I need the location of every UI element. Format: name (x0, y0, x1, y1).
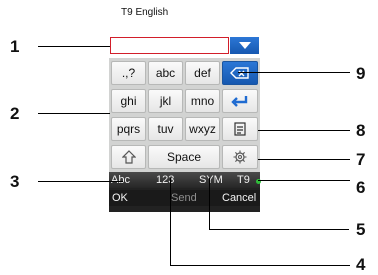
backspace-key[interactable] (222, 61, 258, 85)
backspace-icon (230, 67, 249, 79)
keyboard: .,? abc def ghi jkl mno pqrs tuv wxyz Sp… (109, 58, 260, 172)
shift-arrow-icon (121, 150, 136, 164)
callout-line-3 (38, 181, 123, 182)
callout-number-4: 4 (356, 255, 366, 274)
callout-line-5-horizontal (209, 229, 349, 230)
space-key[interactable]: Space (148, 145, 220, 169)
gear-icon (233, 150, 247, 164)
enter-icon (231, 96, 248, 107)
key-pqrs[interactable]: pqrs (111, 117, 146, 141)
callout-line-1 (38, 46, 110, 47)
key-abc[interactable]: abc (148, 61, 183, 85)
callout-line-5-vertical (209, 178, 210, 230)
mode-bar: Abc 123 SYM T9 (109, 172, 261, 188)
callout-number-1: 1 (10, 37, 20, 56)
callout-number-2: 2 (10, 104, 20, 123)
callout-number-6: 6 (356, 178, 366, 197)
bottom-bar: Abc 123 SYM T9 OK Send Cancel (109, 172, 261, 212)
callout-line-8 (258, 130, 350, 131)
key-wxyz[interactable]: wxyz (185, 117, 220, 141)
send-softkey[interactable]: Send (171, 192, 197, 204)
callout-line-4-horizontal (170, 265, 350, 266)
dropdown-button[interactable] (230, 37, 259, 54)
abc-mode-button[interactable]: Abc (111, 174, 130, 186)
softkey-row: OK Send Cancel (109, 190, 260, 206)
callout-line-2 (38, 113, 110, 114)
phone-screen: T9 English .,? abc def ghi jkl mno pqrs … (109, 0, 261, 272)
key-def[interactable]: def (185, 61, 220, 85)
callout-number-9: 9 (356, 64, 366, 83)
t9-mode-button[interactable]: T9 (237, 174, 250, 186)
text-input-field[interactable] (110, 37, 229, 54)
shift-key[interactable] (111, 145, 146, 169)
notes-icon (234, 122, 246, 136)
key-tuv[interactable]: tuv (148, 117, 183, 141)
callout-number-7: 7 (356, 150, 366, 169)
settings-key[interactable] (222, 145, 258, 169)
chevron-down-icon (239, 42, 251, 49)
callout-line-9 (238, 72, 350, 73)
notes-key[interactable] (222, 117, 258, 141)
numeric-mode-button[interactable]: 123 (156, 174, 174, 186)
callout-number-3: 3 (10, 172, 20, 191)
cancel-softkey[interactable]: Cancel (222, 192, 256, 204)
callout-line-4-vertical (170, 178, 171, 266)
key-jkl[interactable]: jkl (148, 89, 183, 113)
enter-key[interactable] (222, 89, 258, 113)
ok-softkey[interactable]: OK (112, 192, 128, 204)
callout-line-6 (258, 180, 350, 181)
callout-number-8: 8 (356, 121, 366, 140)
input-mode-label: T9 English (121, 7, 169, 18)
key-mno[interactable]: mno (185, 89, 220, 113)
callout-line-7 (258, 159, 350, 160)
key-ghi[interactable]: ghi (111, 89, 146, 113)
sym-mode-button[interactable]: SYM (199, 174, 223, 186)
callout-number-5: 5 (356, 220, 366, 239)
key-punct[interactable]: .,? (111, 61, 146, 85)
